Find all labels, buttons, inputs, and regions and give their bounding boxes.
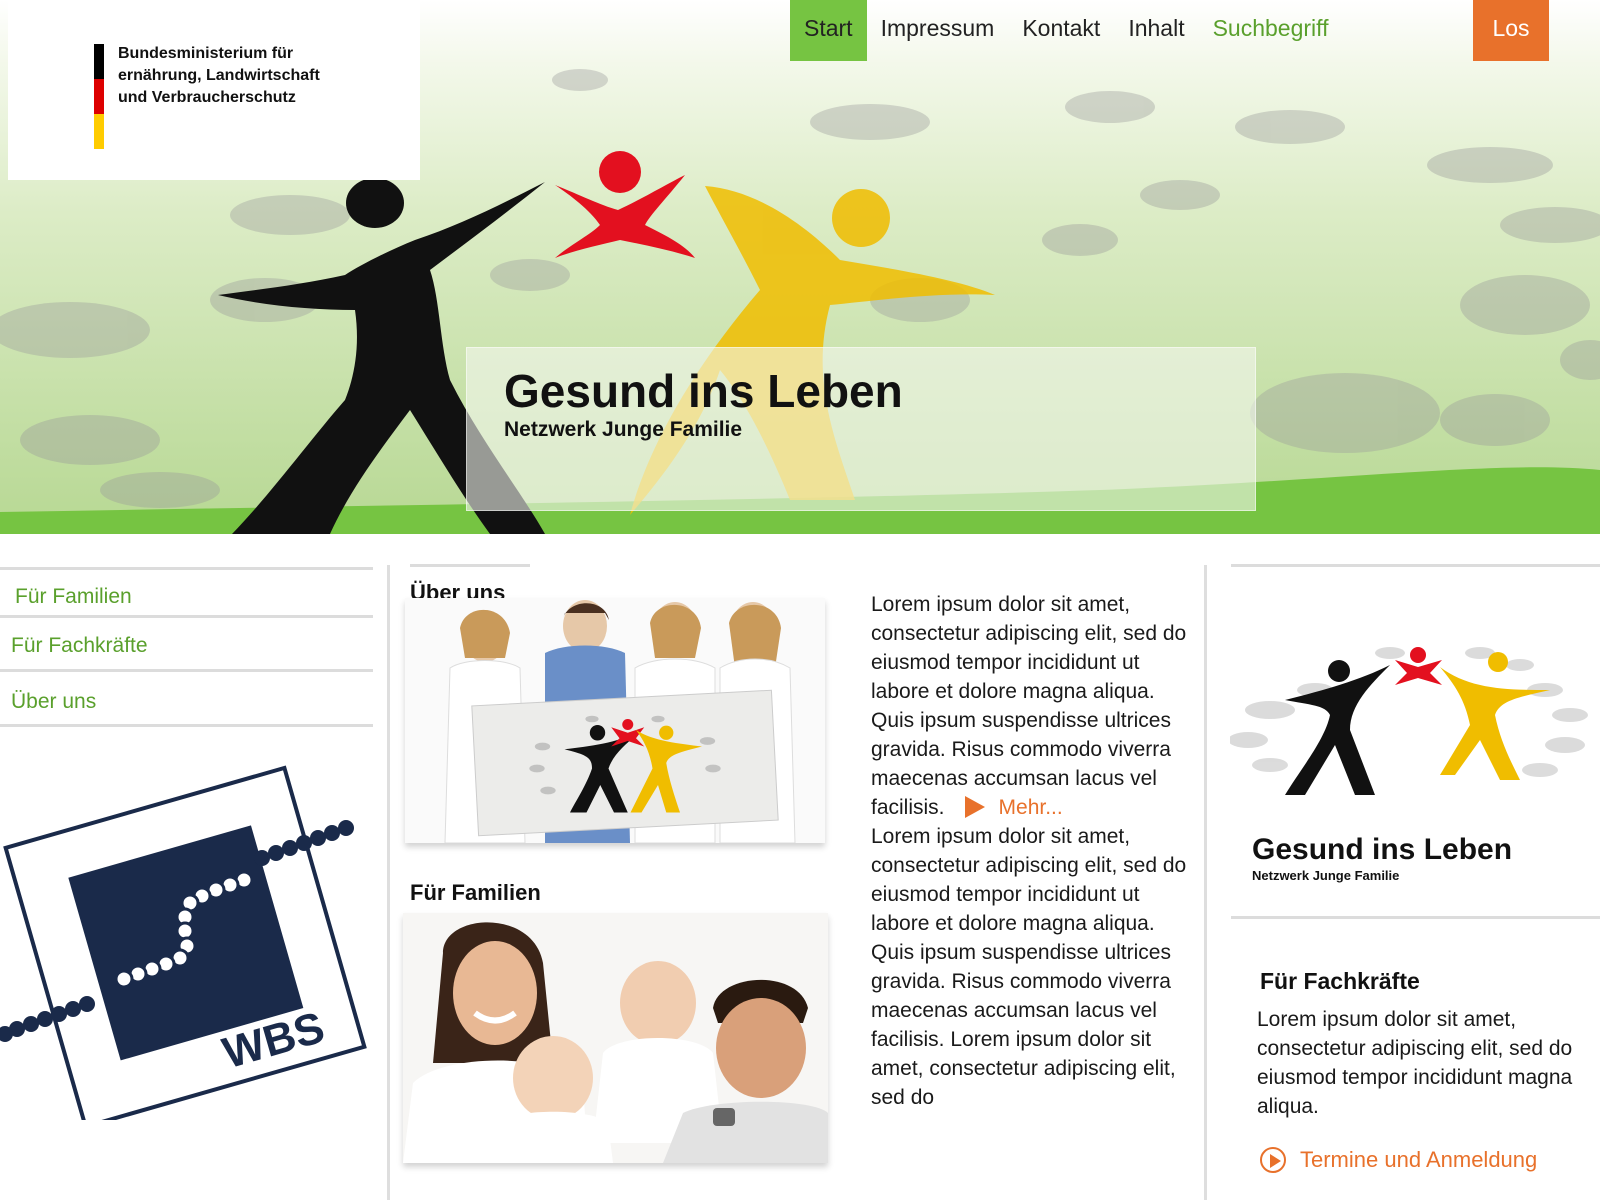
hero-title: Gesund ins Leben [504, 365, 903, 417]
sidebar-divider [0, 724, 373, 727]
right-divider [1231, 916, 1600, 919]
right-divider [1231, 564, 1600, 567]
sidebar-item-fuer-fachkraefte[interactable]: Für Fachkräfte [11, 634, 148, 658]
ministry-line-1: Bundesministerium für [118, 45, 294, 62]
nav-impressum[interactable]: Impressum [867, 0, 1009, 61]
column-divider [1204, 565, 1207, 1200]
termine-link[interactable]: Termine und Anmeldung [1260, 1147, 1537, 1173]
search-button[interactable]: Los [1473, 0, 1549, 61]
intro-text-part-2: Lorem ipsum dolor sit amet, consectetur … [871, 825, 1187, 1109]
section-divider [410, 564, 530, 567]
play-circle-icon [1260, 1147, 1286, 1173]
fachkraefte-text: Lorem ipsum dolor sit amet, consectetur … [1257, 1008, 1573, 1118]
nav-start[interactable]: Start [790, 0, 867, 61]
sidebar-item-fuer-familien[interactable]: Für Familien [15, 585, 132, 609]
termine-link-label: Termine und Anmeldung [1300, 1147, 1538, 1172]
german-flag-stripe [94, 44, 104, 149]
top-navigation: Start Impressum Kontakt Inhalt Suchbegri… [790, 0, 1343, 61]
hero-subtitle: Netzwerk Junge Familie [504, 418, 743, 441]
ministry-line-2: ernährung, Landwirtschaft [118, 67, 320, 84]
photo-ueber-uns[interactable] [405, 598, 825, 843]
ministry-line-3: und Verbraucherschutz [118, 89, 296, 106]
intro-text: Lorem ipsum dolor sit amet, consectetur … [871, 590, 1191, 1112]
fachkraefte-title: Für Fachkräfte [1260, 968, 1420, 994]
sidebar-divider [0, 669, 373, 672]
ministry-name: Bundesministerium für ernährung, Landwir… [118, 43, 398, 109]
right-logo-subtitle: Netzwerk Junge Familie [1252, 868, 1400, 883]
column-divider [387, 565, 390, 1200]
section-title-fuer-familien: Für Familien [410, 880, 541, 905]
sidebar-divider [0, 567, 373, 570]
mehr-link[interactable]: Mehr... [999, 796, 1063, 819]
wbs-logo[interactable]: WBS [0, 760, 370, 1120]
family-photo-image [403, 913, 828, 1163]
photo-fuer-familien[interactable] [403, 913, 828, 1163]
intro-text-part-1: Lorem ipsum dolor sit amet, consectetur … [871, 593, 1187, 819]
nav-inhalt[interactable]: Inhalt [1114, 0, 1198, 61]
sidebar-item-ueber-uns[interactable]: Über uns [11, 690, 96, 714]
play-arrow-icon [964, 796, 985, 818]
right-logo-title: Gesund ins Leben [1252, 833, 1513, 866]
search-input[interactable]: Suchbegriff [1199, 0, 1343, 61]
gesund-ins-leben-logo[interactable] [1230, 645, 1590, 805]
sidebar-divider [0, 615, 373, 618]
nav-kontakt[interactable]: Kontakt [1008, 0, 1114, 61]
group-photo-image [405, 598, 825, 843]
